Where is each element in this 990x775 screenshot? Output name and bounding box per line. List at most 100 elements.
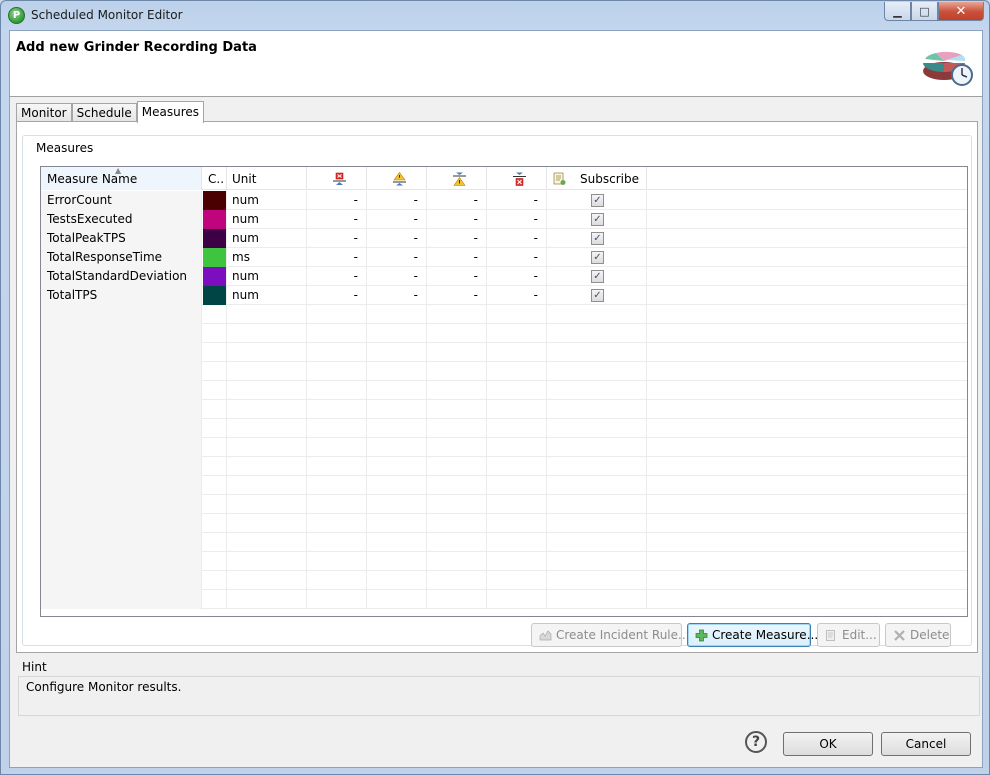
measures-table[interactable]: ▲ Measure Name C.. Unit Subscribe ErrorC…	[40, 166, 968, 617]
empty-cell	[202, 514, 227, 533]
table-row[interactable]: TestsExecuted num - - - - ✓	[41, 210, 967, 229]
lower-warning-cell: -	[427, 267, 487, 286]
table-row[interactable]: TotalStandardDeviation num - - - - ✓	[41, 267, 967, 286]
empty-cell	[307, 533, 367, 552]
empty-cell	[307, 457, 367, 476]
unit-cell: num	[227, 267, 307, 286]
empty-cell	[307, 590, 367, 609]
color-swatch[interactable]	[203, 191, 226, 210]
empty-cell	[41, 381, 202, 400]
maximize-button[interactable]: □	[911, 2, 938, 21]
tab-monitor[interactable]: Monitor	[16, 103, 72, 123]
lower-severe-cell: -	[487, 210, 547, 229]
unit-cell: num	[227, 229, 307, 248]
table-row[interactable]: ErrorCount num - - - - ✓	[41, 191, 967, 210]
column-header-lower-severe[interactable]	[487, 167, 547, 190]
button-label: Delete	[910, 628, 950, 642]
empty-cell	[487, 400, 547, 419]
dialog-footer: ? OK Cancel	[10, 721, 982, 767]
table-row[interactable]: TotalTPS num - - - - ✓	[41, 286, 967, 305]
empty-cell	[367, 324, 427, 343]
empty-cell	[307, 400, 367, 419]
subscribe-checkbox[interactable]: ✓	[591, 213, 604, 226]
empty-cell	[202, 590, 227, 609]
delete-button[interactable]: Delete	[885, 623, 951, 647]
create-incident-rule-button[interactable]: Create Incident Rule...	[531, 623, 689, 647]
empty-table-row	[41, 324, 967, 343]
empty-cell	[547, 324, 647, 343]
empty-cell	[487, 438, 547, 457]
column-header-unit[interactable]: Unit	[227, 167, 307, 190]
column-header-color[interactable]: C..	[202, 167, 227, 190]
column-header-lower-warning[interactable]	[427, 167, 487, 190]
tab-schedule[interactable]: Schedule	[71, 103, 137, 123]
page-title: Add new Grinder Recording Data	[16, 40, 257, 55]
color-swatch[interactable]	[203, 210, 226, 229]
subscribe-checkbox[interactable]: ✓	[591, 289, 604, 302]
empty-cell	[427, 552, 487, 571]
empty-cell	[202, 457, 227, 476]
column-header-upper-severe[interactable]	[307, 167, 367, 190]
subscribe-cell: ✓	[547, 267, 647, 286]
empty-cell	[547, 400, 647, 419]
color-cell[interactable]	[202, 248, 227, 267]
empty-cell	[41, 362, 202, 381]
edit-button[interactable]: Edit...	[817, 623, 880, 647]
title-bar[interactable]: P Scheduled Monitor Editor ▁ □ ✕	[1, 1, 989, 30]
table-row[interactable]: TotalResponseTime ms - - - - ✓	[41, 248, 967, 267]
lower-severe-cell: -	[487, 229, 547, 248]
color-cell[interactable]	[202, 267, 227, 286]
empty-cell	[547, 419, 647, 438]
empty-table-row	[41, 457, 967, 476]
column-header-upper-warning[interactable]	[367, 167, 427, 190]
subscribe-icon	[553, 172, 566, 185]
empty-cell	[547, 495, 647, 514]
empty-cell	[487, 419, 547, 438]
empty-cell	[427, 324, 487, 343]
empty-cell	[427, 400, 487, 419]
empty-cell	[367, 571, 427, 590]
table-row[interactable]: TotalPeakTPS num - - - - ✓	[41, 229, 967, 248]
tab-measures[interactable]: Measures	[136, 101, 205, 123]
empty-cell	[547, 514, 647, 533]
color-cell[interactable]	[202, 286, 227, 305]
measure-name-cell: TotalStandardDeviation	[41, 267, 202, 286]
subscribe-checkbox[interactable]: ✓	[591, 251, 604, 264]
lower-warning-cell: -	[427, 286, 487, 305]
empty-cell	[487, 590, 547, 609]
empty-cell	[547, 438, 647, 457]
color-cell[interactable]	[202, 210, 227, 229]
upper-warning-cell: -	[367, 248, 427, 267]
subscribe-checkbox[interactable]: ✓	[591, 232, 604, 245]
close-button[interactable]: ✕	[938, 2, 984, 21]
lower-warning-cell: -	[427, 248, 487, 267]
empty-cell	[427, 514, 487, 533]
color-swatch[interactable]	[203, 267, 226, 286]
color-swatch[interactable]	[203, 248, 226, 267]
subscribe-cell: ✓	[547, 286, 647, 305]
tab-bar: Monitor Schedule Measures	[16, 101, 205, 123]
subscribe-cell: ✓	[547, 229, 647, 248]
table-header: ▲ Measure Name C.. Unit Subscribe	[41, 167, 967, 190]
empty-cell	[41, 305, 202, 324]
subscribe-cell: ✓	[547, 248, 647, 267]
color-cell[interactable]	[202, 191, 227, 210]
subscribe-checkbox[interactable]: ✓	[591, 270, 604, 283]
help-icon[interactable]: ?	[745, 731, 767, 753]
upper-severe-cell: -	[307, 191, 367, 210]
pie-chart-clock-icon	[923, 51, 973, 86]
column-header-measure-name[interactable]: ▲ Measure Name	[41, 167, 202, 190]
color-swatch[interactable]	[203, 229, 226, 248]
subscribe-checkbox[interactable]: ✓	[591, 194, 604, 207]
subscribe-cell: ✓	[547, 210, 647, 229]
empty-cell	[227, 362, 307, 381]
color-cell[interactable]	[202, 229, 227, 248]
empty-cell	[427, 533, 487, 552]
empty-cell	[227, 324, 307, 343]
ok-button[interactable]: OK	[783, 732, 873, 756]
create-measure-button[interactable]: Create Measure...	[687, 623, 818, 647]
cancel-button[interactable]: Cancel	[881, 732, 971, 756]
column-header-subscribe[interactable]: Subscribe	[547, 167, 647, 190]
minimize-button[interactable]: ▁	[884, 2, 911, 21]
color-swatch[interactable]	[203, 286, 226, 305]
